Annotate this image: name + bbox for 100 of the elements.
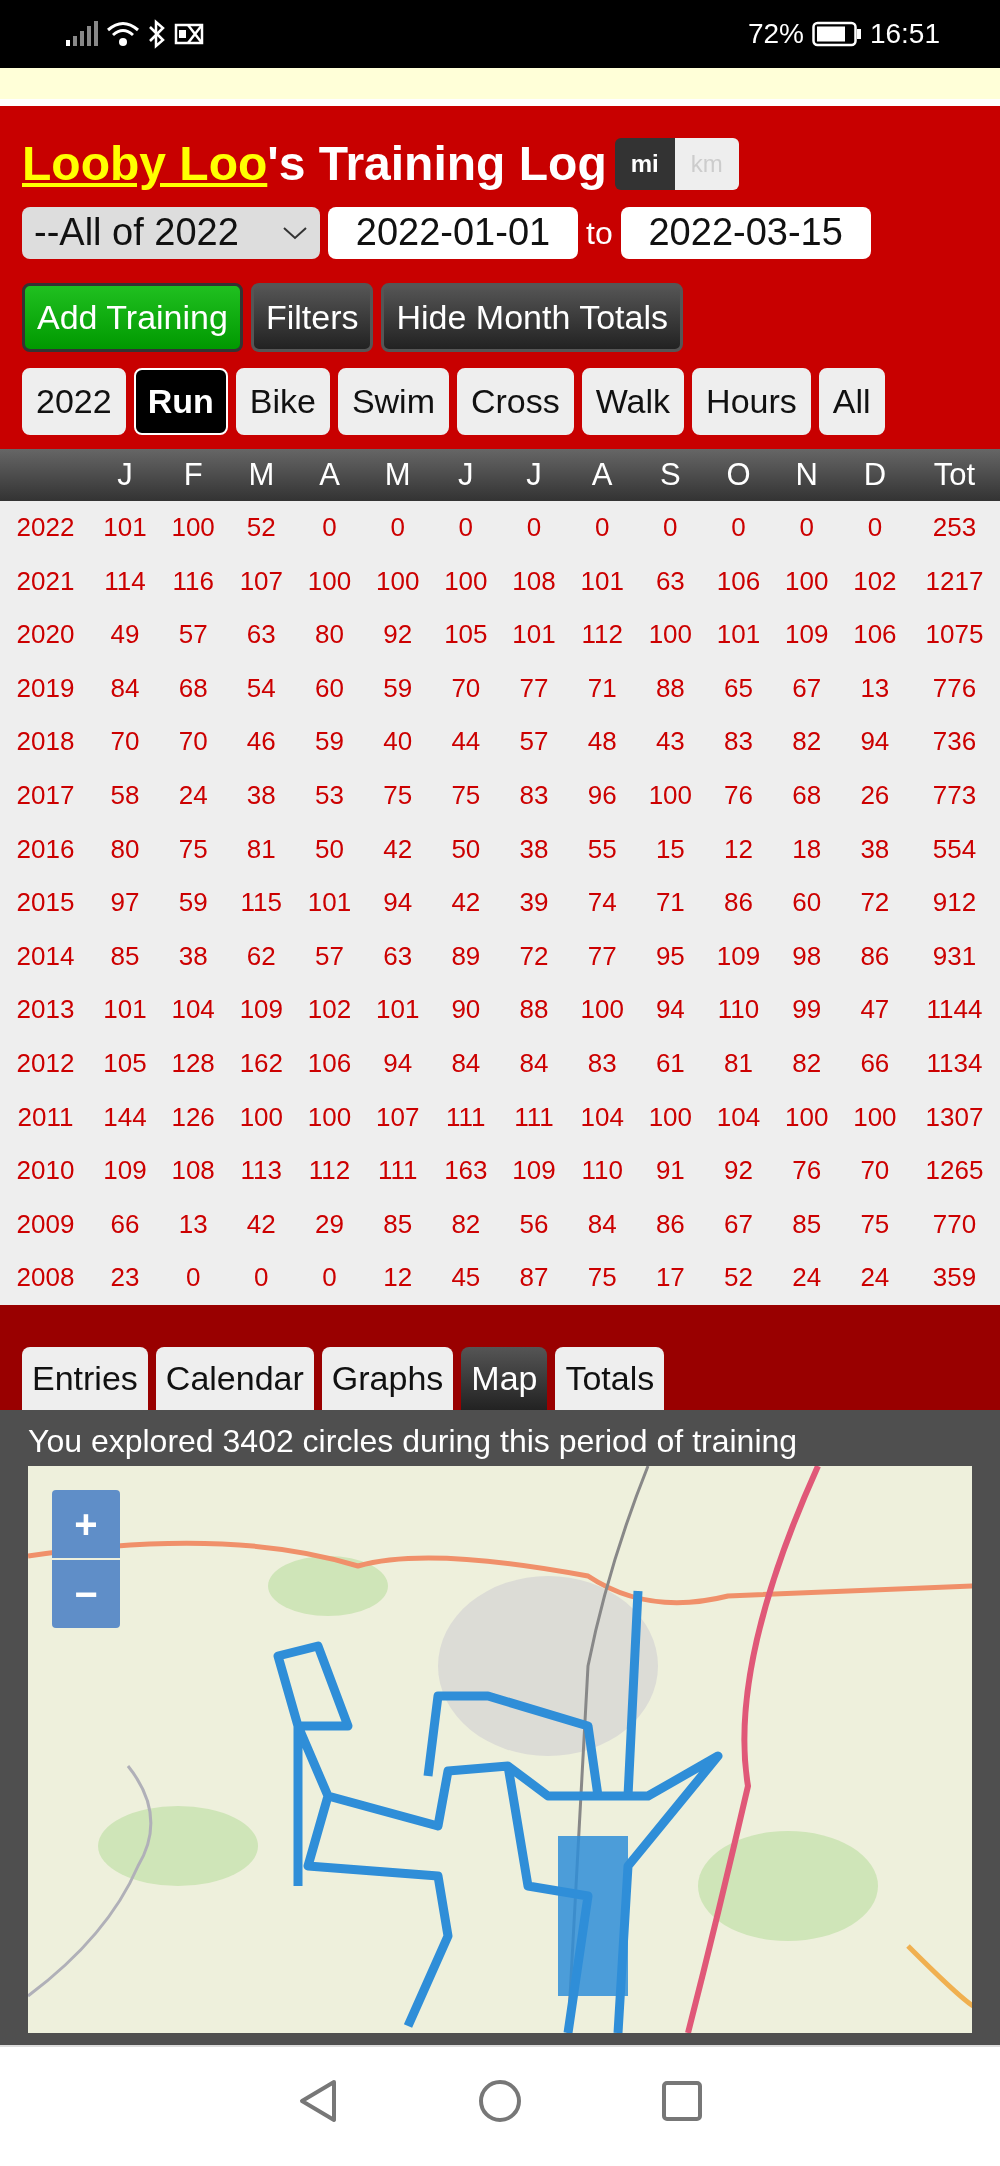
back-icon[interactable] xyxy=(298,2079,338,2124)
tab[interactable]: Totals xyxy=(555,1346,665,1410)
table-cell: 70 xyxy=(90,715,160,769)
filter-button[interactable]: Cross xyxy=(457,367,574,435)
table-cell: 59 xyxy=(159,875,228,930)
table-cell: 94 xyxy=(840,715,909,769)
table-cell: 90 xyxy=(431,983,500,1037)
table-cell: 42 xyxy=(363,822,432,876)
table-cell: 100 xyxy=(636,608,705,662)
table-cell: 82 xyxy=(772,1036,841,1091)
table-cell: 163 xyxy=(431,1143,500,1198)
table-cell: 80 xyxy=(295,608,364,662)
table-cell: 23 xyxy=(90,1251,160,1305)
table-cell: 63 xyxy=(227,608,296,662)
table-cell: 67 xyxy=(772,661,841,716)
table-cell: 100 xyxy=(636,1090,705,1144)
filter-button[interactable]: All xyxy=(818,367,885,435)
table-cell: 109 xyxy=(90,1143,160,1198)
battery-icon xyxy=(811,21,862,47)
table-cell: 72 xyxy=(840,875,909,930)
summary-text: You explored 3402 circles during this period of training xyxy=(28,1421,799,1461)
table-cell: 61 xyxy=(636,1036,705,1091)
table-cell: 105 xyxy=(431,608,500,662)
table-cell: 102 xyxy=(295,983,364,1037)
table-cell: 1265 xyxy=(908,1143,1000,1198)
table-cell: 1144 xyxy=(908,983,1000,1037)
table-cell: 100 xyxy=(772,1090,841,1144)
table-cell: 109 xyxy=(227,983,296,1037)
table-cell: 102 xyxy=(840,554,909,608)
filter-button[interactable]: Bike xyxy=(235,367,330,435)
table-cell: 82 xyxy=(772,715,841,769)
table-cell: 108 xyxy=(159,1143,228,1198)
tab[interactable]: Graphs xyxy=(321,1346,454,1410)
end-date-field[interactable]: 2022-03-15 xyxy=(620,206,871,259)
table-cell: 100 xyxy=(363,554,432,608)
table-cell: 88 xyxy=(636,661,705,716)
table-cell: 68 xyxy=(772,768,841,823)
table-cell: 50 xyxy=(431,822,500,876)
table-cell: 18 xyxy=(772,822,841,876)
start-date-field[interactable]: 2022-01-01 xyxy=(328,206,578,259)
table-cell: 1075 xyxy=(908,608,1000,662)
table-cell: 126 xyxy=(159,1090,228,1144)
unit-toggle[interactable]: mi xyxy=(614,138,675,191)
table-cell: 97 xyxy=(90,875,160,930)
table-cell: 770 xyxy=(908,1197,1000,1252)
home-icon[interactable] xyxy=(478,2079,522,2124)
table-cell: 56 xyxy=(499,1197,569,1252)
table-cell: 38 xyxy=(840,822,909,876)
table-cell: 736 xyxy=(908,715,1000,769)
table-cell: 112 xyxy=(568,608,637,662)
table-cell: 13 xyxy=(840,661,909,716)
table-cell: 38 xyxy=(227,768,296,823)
table-cell: 75 xyxy=(431,768,500,823)
column-header: J xyxy=(499,448,569,501)
table-cell: 40 xyxy=(363,715,432,769)
tab[interactable]: Entries xyxy=(22,1346,148,1410)
table-cell: 60 xyxy=(772,875,841,930)
filter-button[interactable]: 2022 xyxy=(22,367,126,435)
table-cell: 111 xyxy=(363,1143,432,1198)
recents-icon[interactable] xyxy=(662,2081,702,2122)
bluetooth-icon xyxy=(148,19,166,49)
table-cell: 111 xyxy=(499,1090,569,1144)
table-cell: 43 xyxy=(636,715,705,769)
action-button[interactable]: Filters xyxy=(250,282,374,352)
table-cell: 72 xyxy=(499,929,569,984)
table-cell: 48 xyxy=(568,715,637,769)
period-select[interactable]: --All of 2022 xyxy=(22,206,320,259)
filter-button[interactable]: Hours xyxy=(692,367,811,435)
table-cell: 82 xyxy=(431,1197,500,1252)
filter-button[interactable]: Swim xyxy=(337,367,449,435)
table-cell: 77 xyxy=(499,661,569,716)
table-cell: 70 xyxy=(159,715,228,769)
year-cell: 2014 xyxy=(0,929,91,984)
action-button[interactable]: Hide Month Totals xyxy=(381,282,683,352)
tab[interactable]: Map xyxy=(461,1346,548,1410)
table-cell: 75 xyxy=(159,822,228,876)
table-cell: 99 xyxy=(772,983,841,1037)
table-cell: 38 xyxy=(499,822,569,876)
table-cell: 0 xyxy=(431,500,500,555)
table-cell: 109 xyxy=(704,929,773,984)
column-header: M xyxy=(363,448,432,501)
table-cell: 42 xyxy=(227,1197,296,1252)
filter-button[interactable]: Walk xyxy=(581,367,685,435)
tab[interactable]: Calendar xyxy=(155,1346,314,1410)
table-cell: 76 xyxy=(704,768,773,823)
table-cell: 100 xyxy=(772,554,841,608)
table-cell: 77 xyxy=(568,929,637,984)
table-cell: 106 xyxy=(840,608,909,662)
table-cell: 70 xyxy=(431,661,500,716)
table-cell: 57 xyxy=(499,715,569,769)
table-cell: 0 xyxy=(772,500,841,555)
table-cell: 101 xyxy=(704,608,773,662)
table-cell: 81 xyxy=(704,1036,773,1091)
table-cell: 1134 xyxy=(908,1036,1000,1091)
filter-button[interactable]: Run xyxy=(133,367,228,435)
table-cell: 91 xyxy=(636,1143,705,1198)
table-cell: 0 xyxy=(499,500,569,555)
table-cell: 59 xyxy=(295,715,364,769)
year-cell: 2011 xyxy=(0,1090,91,1144)
column-header: Tot xyxy=(908,448,1000,501)
